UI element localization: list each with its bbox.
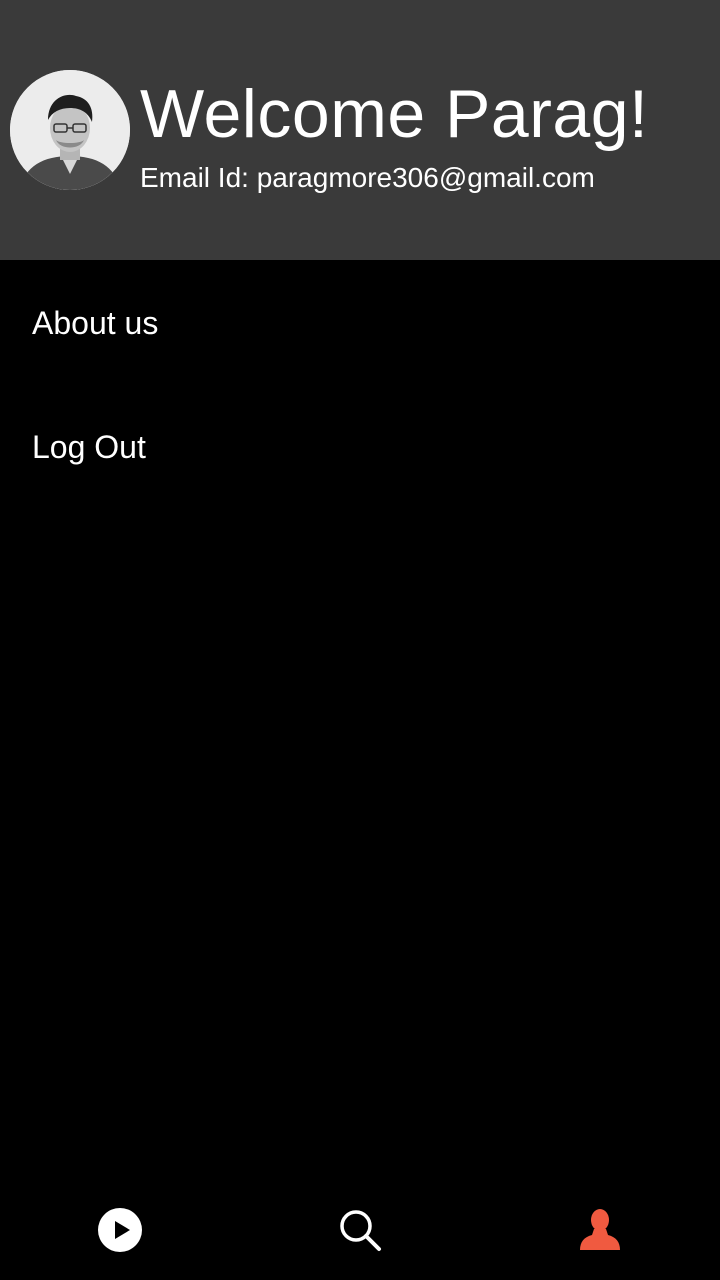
nav-search-button[interactable] bbox=[240, 1180, 480, 1280]
welcome-title: Welcome Parag! bbox=[140, 76, 649, 152]
profile-header: Welcome Parag! Email Id: paragmore306@gm… bbox=[0, 0, 720, 260]
profile-screen: Welcome Parag! Email Id: paragmore306@gm… bbox=[0, 0, 720, 1280]
bottom-navigation-bar bbox=[0, 1180, 720, 1280]
menu-item-log-out[interactable]: Log Out bbox=[32, 427, 146, 467]
nav-play-button[interactable] bbox=[0, 1180, 240, 1280]
play-circle-icon bbox=[98, 1208, 142, 1252]
menu-item-about-us[interactable]: About us bbox=[32, 303, 158, 343]
profile-icon bbox=[580, 1209, 620, 1250]
avatar bbox=[10, 70, 130, 190]
nav-profile-button[interactable] bbox=[480, 1180, 720, 1280]
avatar-photo bbox=[10, 70, 130, 190]
search-icon bbox=[340, 1210, 381, 1251]
email-text: Email Id: paragmore306@gmail.com bbox=[140, 162, 595, 193]
